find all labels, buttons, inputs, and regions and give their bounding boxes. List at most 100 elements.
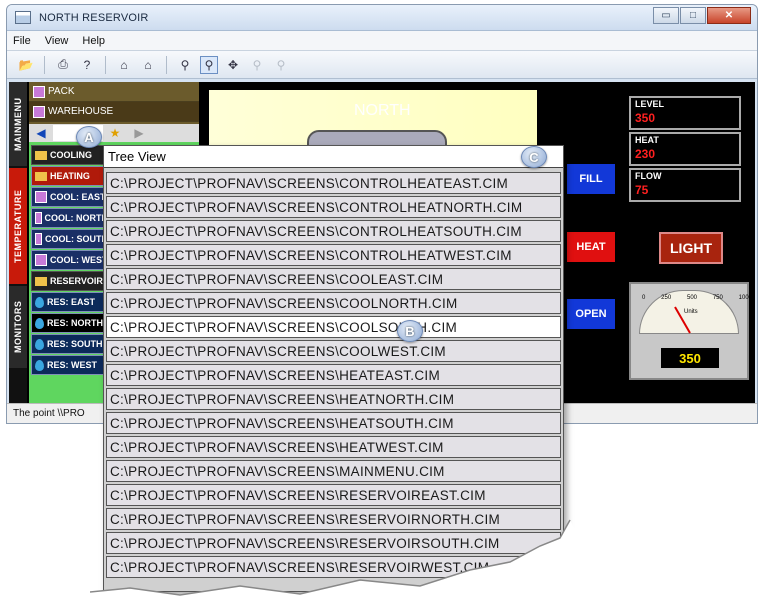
gauge-face: 0 250 500 750 1000 Units <box>639 290 752 334</box>
tab-mainmenu[interactable]: MAINMENU <box>9 82 27 166</box>
callout-b: B <box>397 320 423 342</box>
open-button[interactable]: OPEN <box>567 299 615 329</box>
nav-item-label: PACK <box>48 86 75 97</box>
file-row[interactable]: C:\PROJECT\PROFNAV\SCREENS\CONTROLHEATNO… <box>106 196 561 218</box>
file-row[interactable]: C:\PROJECT\PROFNAV\SCREENS\COOLEAST.CIM <box>106 268 561 290</box>
water-drop-icon <box>35 359 44 371</box>
nav-item-label: WAREHOUSE <box>48 106 114 117</box>
flow-readout: FLOW 75 <box>629 168 741 202</box>
menu-file[interactable]: File <box>13 35 31 47</box>
home-icon[interactable]: ⌂ <box>139 56 157 74</box>
title-bar: NORTH RESERVOIR ▭ □ ✕ <box>7 5 757 31</box>
nav-node-label: RES: SOUTH <box>47 339 103 349</box>
fill-button[interactable]: FILL <box>567 164 615 194</box>
readout-label: LEVEL <box>635 99 665 109</box>
thermometer-icon <box>35 191 47 203</box>
level-readout: LEVEL 350 <box>629 96 741 130</box>
nav-item-pack[interactable]: PACK <box>29 82 199 102</box>
nav-node[interactable]: HEATING <box>31 166 109 186</box>
nav-node[interactable]: RES: NORTH <box>31 313 109 333</box>
gauge-value: 350 <box>661 348 719 368</box>
nav-node-label: RESERVOIR <box>50 276 103 286</box>
file-row[interactable]: C:\PROJECT\PROFNAV\SCREENS\HEATNORTH.CIM <box>106 388 561 410</box>
zoom-box-icon[interactable]: ⚲ <box>200 55 218 74</box>
zoom-out-icon[interactable]: ⚲ <box>272 56 290 74</box>
readout-value: 75 <box>635 183 649 197</box>
thermometer-icon <box>35 254 47 266</box>
thermometer-icon <box>35 233 42 245</box>
nav-node-label: RES: EAST <box>47 297 96 307</box>
file-row[interactable]: C:\PROJECT\PROFNAV\SCREENS\CONTROLHEATEA… <box>106 172 561 194</box>
pan-icon[interactable]: ✥ <box>224 56 242 74</box>
zoom-in-icon[interactable]: ⚲ <box>248 56 266 74</box>
gauge-tick-label: 750 <box>712 295 723 301</box>
callout-a: A <box>76 126 102 148</box>
warehouse-icon <box>33 85 45 98</box>
nav-buttons: ◀ ★ ▶ <box>29 124 199 142</box>
toolbar-separator <box>105 55 106 74</box>
file-row[interactable]: C:\PROJECT\PROFNAV\SCREENS\HEATWEST.CIM <box>106 436 561 458</box>
file-row[interactable]: C:\PROJECT\PROFNAV\SCREENS\HEATEAST.CIM <box>106 364 561 386</box>
help-pointer-icon[interactable]: ? <box>78 56 96 74</box>
nav-node-label: COOL: NORTH <box>44 213 109 223</box>
nav-tree: COOLING HEATING COOL: EAST COOL: NORTH C… <box>29 144 111 376</box>
nav-node-label: COOL: SOUTH <box>45 234 108 244</box>
nav-node[interactable]: RES: EAST <box>31 292 109 312</box>
window-title: NORTH RESERVOIR <box>39 11 149 24</box>
nav-node[interactable]: COOL: SOUTH <box>31 229 109 249</box>
heat-button[interactable]: HEAT <box>567 232 615 262</box>
nav-node[interactable]: RES: SOUTH <box>31 334 109 354</box>
area-label: NORTH <box>354 102 411 119</box>
file-row[interactable]: C:\PROJECT\PROFNAV\SCREENS\MAINMENU.CIM <box>106 460 561 482</box>
file-row[interactable]: C:\PROJECT\PROFNAV\SCREENS\CONTROLHEATWE… <box>106 244 561 266</box>
folder-icon <box>35 276 47 286</box>
gauge-ticks: 0 250 500 750 1000 <box>642 295 752 301</box>
side-tab-strip: MAINMENU TEMPERATURE MONITORS <box>9 82 27 404</box>
nav-node[interactable]: RES: WEST <box>31 355 109 375</box>
gauge-tick-label: 500 <box>686 295 697 301</box>
folder-icon <box>35 150 47 160</box>
forward-arrow-icon[interactable]: ▶ <box>127 126 151 140</box>
file-row[interactable]: C:\PROJECT\PROFNAV\SCREENS\COOLWEST.CIM <box>106 340 561 362</box>
toolbar: 📂 ⎙ ? ⌂ ⌂ ⚲ ⚲ ✥ ⚲ ⚲ <box>7 51 757 79</box>
nav-item-warehouse[interactable]: WAREHOUSE <box>29 102 199 122</box>
maximize-button[interactable]: □ <box>680 7 706 24</box>
warehouse-icon <box>33 105 45 118</box>
back-arrow-icon[interactable]: ◀ <box>29 126 53 140</box>
up-level-icon[interactable]: ⌂ <box>115 56 133 74</box>
nav-node-label: COOL: EAST <box>50 192 106 202</box>
callout-c: C <box>521 146 547 168</box>
nav-node[interactable]: RESERVOIR <box>31 271 109 291</box>
menu-help[interactable]: Help <box>82 35 105 47</box>
file-row[interactable]: C:\PROJECT\PROFNAV\SCREENS\COOLSOUTH.CIM <box>106 316 561 338</box>
open-folder-icon[interactable]: 📂 <box>17 56 35 74</box>
thermometer-icon <box>35 212 42 224</box>
light-button[interactable]: LIGHT <box>659 232 723 264</box>
nav-node[interactable]: COOL: NORTH <box>31 208 109 228</box>
readout-panel: LEVEL 350 HEAT 230 FLOW 75 <box>629 96 741 204</box>
water-drop-icon <box>35 296 44 308</box>
gauge-tick-label: 1000 <box>738 295 752 301</box>
app-icon <box>15 11 31 24</box>
nav-node[interactable]: COOL: EAST <box>31 187 109 207</box>
level-gauge: 0 250 500 750 1000 Units 350 <box>629 282 752 380</box>
close-button[interactable]: ✕ <box>707 7 751 24</box>
file-row[interactable]: C:\PROJECT\PROFNAV\SCREENS\CONTROLHEATSO… <box>106 220 561 242</box>
file-row[interactable]: C:\PROJECT\PROFNAV\SCREENS\COOLNORTH.CIM <box>106 292 561 314</box>
menu-view[interactable]: View <box>45 35 69 47</box>
tab-temperature[interactable]: TEMPERATURE <box>9 168 27 284</box>
readout-value: 230 <box>635 147 656 161</box>
nav-node-label: RES: NORTH <box>47 318 103 328</box>
file-row[interactable]: C:\PROJECT\PROFNAV\SCREENS\HEATSOUTH.CIM <box>106 412 561 434</box>
zoom-icon[interactable]: ⚲ <box>176 56 194 74</box>
readout-label: HEAT <box>635 135 659 145</box>
gauge-tick-label: 250 <box>661 295 672 301</box>
torn-edge <box>90 519 610 600</box>
print-icon[interactable]: ⎙ <box>54 56 72 74</box>
nav-node[interactable]: COOL: WEST <box>31 250 109 270</box>
minimize-button[interactable]: ▭ <box>653 7 679 24</box>
toolbar-separator <box>44 55 45 74</box>
favorite-star-icon[interactable]: ★ <box>103 126 127 140</box>
tab-monitors[interactable]: MONITORS <box>9 286 27 368</box>
nav-node[interactable]: COOLING <box>31 145 109 165</box>
